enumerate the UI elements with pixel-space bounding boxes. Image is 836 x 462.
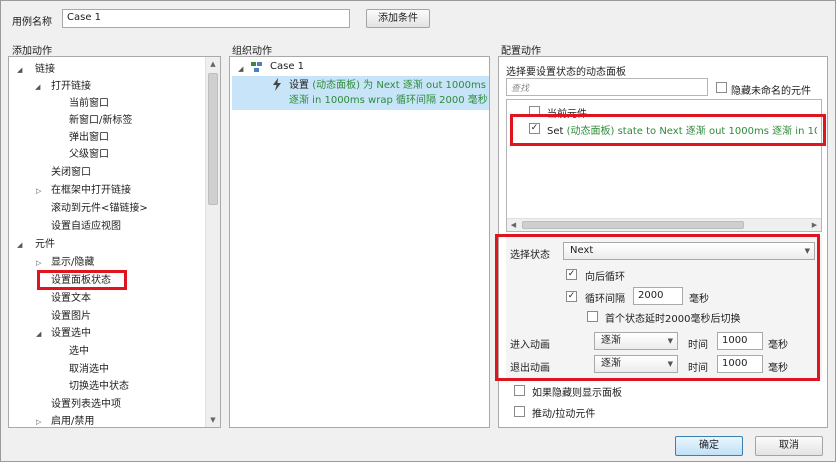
ok-button[interactable]: 确定 [675,436,743,456]
tree-item-set-selected[interactable]: 设置选中 [51,326,91,342]
expanded-triangle-icon[interactable]: ◢ [35,79,40,95]
add-action-title: 添加动作 [12,46,52,57]
configure-action-title: 配置动作 [501,46,541,57]
case-icon [250,61,263,76]
choose-panel-label: 选择要设置状态的动态面板 [506,67,626,78]
tree-item-open-link[interactable]: 打开链接 [51,79,91,95]
case-name-input[interactable]: Case 1 [62,9,350,28]
show-if-hidden-label: 如果隐藏则显示面板 [532,388,622,399]
tree-item-current-window[interactable]: 当前窗口 [69,96,109,112]
hide-unnamed-checkbox[interactable] [716,82,727,93]
collapsed-triangle-icon[interactable]: ▷ [36,255,41,271]
horizontal-scrollbar[interactable]: ◀ ▶ [507,218,821,231]
vertical-scrollbar[interactable]: ▲ ▼ [205,57,220,427]
action-prefix: 设置 [289,80,309,91]
horizontal-scroll-thumb[interactable] [522,221,744,229]
show-if-hidden-checkbox[interactable] [514,385,525,396]
add-action-tree: ◢ 链接 ◢ 打开链接 当前窗口 新窗口/新标签 弹出窗口 父级窗口 关闭窗口 … [8,56,221,428]
scroll-down-icon[interactable]: ▼ [206,413,220,427]
scroll-thumb[interactable] [208,73,218,205]
expanded-triangle-icon[interactable]: ◢ [17,237,22,253]
cancel-button[interactable]: 取消 [755,436,823,456]
tree-item-show-hide[interactable]: 显示/隐藏 [51,255,94,271]
push-pull-checkbox[interactable] [514,406,525,417]
tree-item-set-list-selected[interactable]: 设置列表选中项 [51,397,121,413]
tree-item-open-in-frame[interactable]: 在框架中打开链接 [51,183,131,199]
tree-item-unselect[interactable]: 取消选中 [69,362,109,378]
tree-item-links[interactable]: 链接 [35,62,55,78]
search-input[interactable]: 查找 [506,78,708,96]
tree-item-parent-window[interactable]: 父级窗口 [69,147,109,163]
expanded-triangle-icon[interactable]: ◢ [17,62,22,78]
case-name-label: 用例名称 [12,17,52,28]
highlight-set-panel-state [37,270,127,290]
action-item-selected[interactable]: 设置 (动态面板) 为 Next 逐渐 out 1000ms 逐渐 in 100… [232,76,489,110]
tree-item-selected[interactable]: 选中 [69,344,89,360]
add-condition-button[interactable]: 添加条件 [366,9,430,28]
lightning-icon [272,78,282,94]
tree-item-toggle-selected[interactable]: 切换选中状态 [69,379,129,395]
action-detail-2: 逐渐 in 1000ms wrap 循环间隔 2000 毫秒 [289,95,488,106]
collapsed-triangle-icon[interactable]: ▷ [36,414,41,430]
tree-item-new-tab[interactable]: 新窗口/新标签 [69,113,132,129]
action-detail-1: (动态面板) 为 Next 逐渐 out 1000ms [312,80,486,91]
scroll-up-icon[interactable]: ▲ [206,57,220,71]
tree-item-scroll-to[interactable]: 滚动到元件<锚链接> [51,201,148,217]
organize-action-title: 组织动作 [232,46,272,57]
tree-item-set-text[interactable]: 设置文本 [51,291,91,307]
organize-action-tree: ◢ Case 1 设置 (动态面板) 为 Next 逐渐 out 1000ms … [229,56,490,428]
scroll-left-icon[interactable]: ◀ [507,219,520,231]
tree-item-set-adaptive[interactable]: 设置自适应视图 [51,219,121,235]
case-node[interactable]: Case 1 [270,59,304,75]
expanded-triangle-icon[interactable]: ◢ [238,61,243,77]
highlight-state-config [495,234,820,381]
tree-item-enable-disable[interactable]: 启用/禁用 [51,414,94,430]
tree-item-popup[interactable]: 弹出窗口 [69,130,109,146]
highlight-panel-item [510,114,826,146]
tree-item-set-image[interactable]: 设置图片 [51,309,91,325]
hide-unnamed-label: 隐藏未命名的元件 [731,86,811,97]
expanded-triangle-icon[interactable]: ◢ [36,326,41,342]
action-line-1: 设置 (动态面板) 为 Next 逐渐 out 1000ms [289,78,486,94]
tree-item-widgets[interactable]: 元件 [35,237,55,253]
scroll-right-icon[interactable]: ▶ [808,219,821,231]
tree-item-close-window[interactable]: 关闭窗口 [51,165,91,181]
push-pull-label: 推动/拉动元件 [532,409,596,420]
collapsed-triangle-icon[interactable]: ▷ [36,183,41,199]
